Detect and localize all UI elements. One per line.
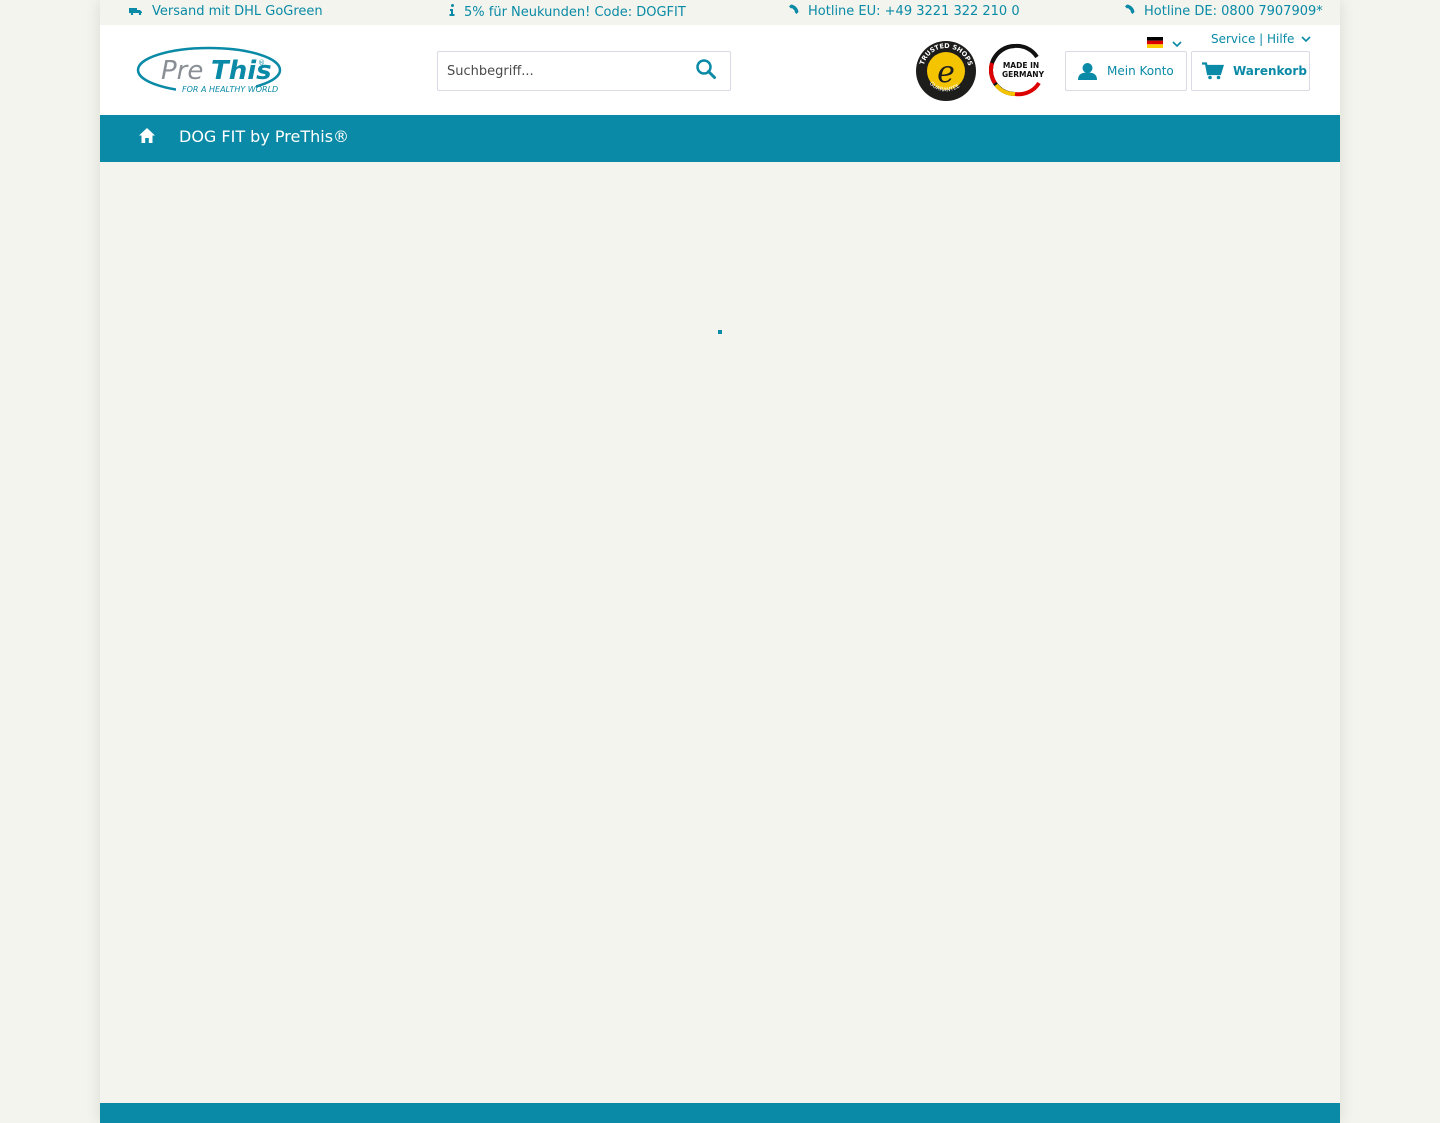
flag-de-icon [1147,33,1163,52]
hotline-de[interactable]: Hotline DE: 0800 7907909* [1124,4,1323,19]
service-help-menu[interactable]: Service | Hilfe [1211,32,1311,46]
service-label: Service | Hilfe [1211,32,1295,46]
chevron-down-icon [1301,32,1311,46]
shipping-info: Versand mit DHL GoGreen [129,4,323,19]
cart-icon [1202,62,1224,80]
hotline-de-text: Hotline DE: 0800 7907909* [1144,4,1323,19]
top-info-bar: Versand mit DHL GoGreen 5% für Neukunden… [100,0,1340,25]
cart-button[interactable]: Warenkorb [1191,51,1310,91]
footer-band [100,1103,1340,1123]
hotline-eu-text: Hotline EU: +49 3221 322 210 0 [808,4,1020,19]
user-icon [1077,62,1098,80]
main-navigation: DOG FIT by PreThis® [100,115,1340,162]
prethis-logo[interactable]: Pre This ® FOR A HEALTHY WORLD [136,43,284,95]
trusted-shops-badge[interactable]: e TRUSTED SHOPS GUARANTEE [915,40,977,102]
nav-item-dog-fit[interactable]: DOG FIT by PreThis® [179,127,349,146]
home-link[interactable] [137,127,157,147]
svg-text:®: ® [258,59,265,67]
home-icon [139,127,155,147]
chevron-down-icon [1172,33,1182,52]
cart-label: Warenkorb [1233,64,1307,78]
shipping-text: Versand mit DHL GoGreen [152,4,323,19]
svg-text:MADE IN: MADE IN [1003,61,1039,70]
page: Versand mit DHL GoGreen 5% für Neukunden… [100,0,1340,1123]
my-account-button[interactable]: Mein Konto [1065,51,1187,91]
header: Pre This ® FOR A HEALTHY WORLD e TRUST [100,25,1340,115]
info-icon [449,4,455,20]
search-button[interactable] [682,52,730,90]
promo-text: 5% für Neukunden! Code: DOGFIT [464,4,686,20]
logo-tagline: FOR A HEALTHY WORLD [182,85,278,94]
svg-text:e: e [937,55,955,90]
promo-info: 5% für Neukunden! Code: DOGFIT [449,4,686,20]
phone-icon [788,4,799,19]
truck-icon [129,4,143,19]
made-in-germany-badge: MADE IN GERMANY [987,43,1047,97]
logo-text-pre: Pre [161,56,203,86]
phone-icon [1124,4,1135,19]
search-input[interactable] [438,52,686,90]
search-box [437,51,731,91]
loading-indicator [718,330,722,334]
hotline-eu[interactable]: Hotline EU: +49 3221 322 210 0 [788,4,1020,19]
account-label: Mein Konto [1107,64,1174,78]
svg-text:GERMANY: GERMANY [1002,70,1045,79]
search-icon [695,58,717,84]
language-selector[interactable] [1147,33,1182,52]
